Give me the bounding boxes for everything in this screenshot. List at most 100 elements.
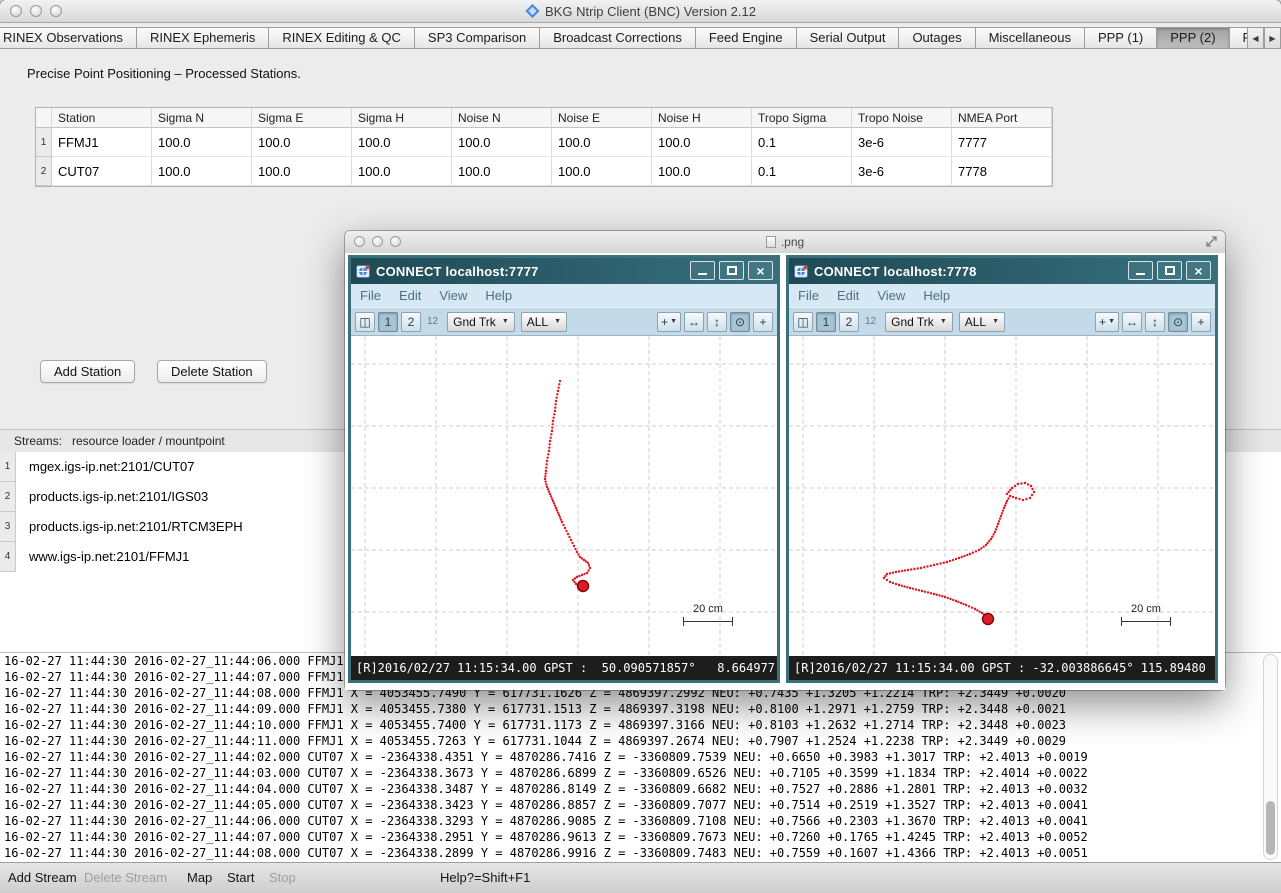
table-cell[interactable]: 7777 [952, 128, 1052, 157]
help-hint: Help?=Shift+F1 [440, 863, 530, 893]
window-titlebar: BKG Ntrip Client (BNC) Version 2.12 [0, 0, 1281, 23]
center-origin-button[interactable]: ⊙ [730, 312, 750, 332]
view-2-button[interactable]: 2 [839, 312, 859, 332]
plot-toolbar: ◫ 1 2 12 Gnd Trk▼ ALL▼ +▼ ↔ ↕ ⊙ + [789, 307, 1215, 336]
fit-vertical-button[interactable]: ↕ [1145, 312, 1165, 332]
expand-icon[interactable] [1205, 235, 1218, 248]
tab-ppp-1-[interactable]: PPP (1) [1084, 27, 1157, 49]
solution-select[interactable]: ALL▼ [959, 312, 1005, 332]
table-cell[interactable]: 3e-6 [852, 128, 952, 157]
tab-rinex-ephemeris[interactable]: RINEX Ephemeris [136, 27, 269, 49]
view-2-button[interactable]: 2 [401, 312, 421, 332]
maximize-button[interactable] [1157, 261, 1182, 280]
solution-select[interactable]: ALL▼ [521, 312, 567, 332]
add-station-button[interactable]: Add Station [40, 360, 135, 383]
dock-button[interactable]: ◫ [793, 312, 813, 332]
view-1-button[interactable]: 1 [378, 312, 398, 332]
maximize-button[interactable] [719, 261, 744, 280]
row-number: 1 [36, 128, 52, 157]
dock-button[interactable]: ◫ [355, 312, 375, 332]
map-button[interactable]: Map [187, 863, 212, 893]
tab-rinex-editing-qc[interactable]: RINEX Editing & QC [268, 27, 415, 49]
menu-help[interactable]: Help [914, 288, 959, 303]
tab-rinex-observations[interactable]: RINEX Observations [0, 27, 137, 49]
chevron-down-icon: ▼ [992, 318, 999, 325]
menu-file[interactable]: File [789, 288, 828, 303]
view-12-button[interactable]: 12 [865, 316, 876, 327]
table-cell[interactable]: CUT07 [52, 157, 152, 186]
table-cell[interactable]: 100.0 [652, 157, 752, 186]
table-cell[interactable]: 0.1 [752, 157, 852, 186]
minimize-button[interactable] [1128, 261, 1153, 280]
delete-station-button[interactable]: Delete Station [157, 360, 267, 383]
center-cursor-button[interactable]: +▼ [657, 312, 681, 332]
fit-vertical-button[interactable]: ↕ [707, 312, 727, 332]
table-cell[interactable]: 100.0 [352, 157, 452, 186]
plot-type-select[interactable]: Gnd Trk▼ [447, 312, 515, 332]
start-button[interactable]: Start [227, 863, 254, 893]
menu-edit[interactable]: Edit [828, 288, 868, 303]
preview-content: CONNECT localhost:7777 × File Edit View … [345, 253, 1225, 690]
center-origin-button[interactable]: ⊙ [1168, 312, 1188, 332]
view-1-button[interactable]: 1 [816, 312, 836, 332]
center-cursor-button[interactable]: +▼ [1095, 312, 1119, 332]
column-header: Station [52, 108, 152, 128]
table-cell[interactable]: 7778 [952, 157, 1052, 186]
view-12-button[interactable]: 12 [427, 316, 438, 327]
close-button[interactable]: × [1186, 261, 1211, 280]
tab-ppp[interactable]: PPP [1229, 27, 1247, 49]
table-cell[interactable]: 3e-6 [852, 157, 952, 186]
table-cell[interactable]: 100.0 [252, 157, 352, 186]
track-cursor-button[interactable]: + [753, 312, 773, 332]
menu-view[interactable]: View [430, 288, 476, 303]
menu-edit[interactable]: Edit [390, 288, 430, 303]
minimize-button[interactable] [690, 261, 715, 280]
table-cell[interactable]: 100.0 [652, 128, 752, 157]
scale-line [683, 617, 733, 626]
tab-sp3-comparison[interactable]: SP3 Comparison [414, 27, 540, 49]
menu-file[interactable]: File [351, 288, 390, 303]
tab-serial-output[interactable]: Serial Output [796, 27, 900, 49]
table-cell[interactable]: 100.0 [152, 157, 252, 186]
log-scrollbar[interactable] [1263, 654, 1278, 860]
scrollbar-thumb[interactable] [1266, 801, 1275, 855]
tab-miscellaneous[interactable]: Miscellaneous [975, 27, 1085, 49]
ppp-station-table: StationSigma NSigma ESigma HNoise NNoise… [35, 107, 1053, 187]
close-button[interactable]: × [748, 261, 773, 280]
table-cell[interactable]: 100.0 [252, 128, 352, 157]
fit-horizontal-button[interactable]: ↔ [684, 312, 704, 332]
plot-status-bar: [R]2016/02/27 11:15:34.00 GPST : 50.0905… [351, 656, 777, 680]
table-cell[interactable]: 100.0 [452, 128, 552, 157]
table-cell[interactable]: 100.0 [552, 157, 652, 186]
plot-type-value: Gnd Trk [891, 315, 934, 329]
preview-title-center: .png [345, 231, 1225, 253]
table-cell[interactable]: 0.1 [752, 128, 852, 157]
track-cursor-button[interactable]: + [1191, 312, 1211, 332]
table-cell[interactable]: FFMJ1 [52, 128, 152, 157]
log-line: 16-02-27 11:44:30 2016-02-27_11:44:03.00… [0, 765, 1281, 781]
table-header-row: StationSigma NSigma ESigma HNoise NNoise… [36, 108, 1052, 128]
tab-feed-engine[interactable]: Feed Engine [695, 27, 797, 49]
table-cell[interactable]: 100.0 [452, 157, 552, 186]
table-cell[interactable]: 100.0 [352, 128, 452, 157]
tab-broadcast-corrections[interactable]: Broadcast Corrections [539, 27, 696, 49]
scroll-left-icon: ◀ [1252, 34, 1258, 43]
tab-scroll-right-button[interactable]: ▶ [1264, 27, 1281, 49]
fit-horizontal-button[interactable]: ↔ [1122, 312, 1142, 332]
menu-help[interactable]: Help [476, 288, 521, 303]
table-cell[interactable]: 100.0 [152, 128, 252, 157]
plot-titlebar: CONNECT localhost:7778 × [789, 258, 1215, 284]
tab-ppp-2-[interactable]: PPP (2) [1156, 27, 1229, 49]
log-line: 16-02-27 11:44:30 2016-02-27_11:44:05.00… [0, 797, 1281, 813]
tab-bar: RINEX ObservationsRINEX EphemerisRINEX E… [0, 27, 1247, 49]
plot-area[interactable]: 20 cm [351, 336, 777, 656]
add-stream-button[interactable]: Add Stream [8, 863, 77, 893]
plot-area[interactable]: 20 cm [789, 336, 1215, 656]
table-cell[interactable]: 100.0 [552, 128, 652, 157]
column-header: Sigma E [252, 108, 352, 128]
tab-outages[interactable]: Outages [898, 27, 975, 49]
maximize-icon [727, 266, 737, 275]
menu-view[interactable]: View [868, 288, 914, 303]
plot-type-select[interactable]: Gnd Trk▼ [885, 312, 953, 332]
tab-scroll-left-button[interactable]: ◀ [1247, 27, 1264, 49]
